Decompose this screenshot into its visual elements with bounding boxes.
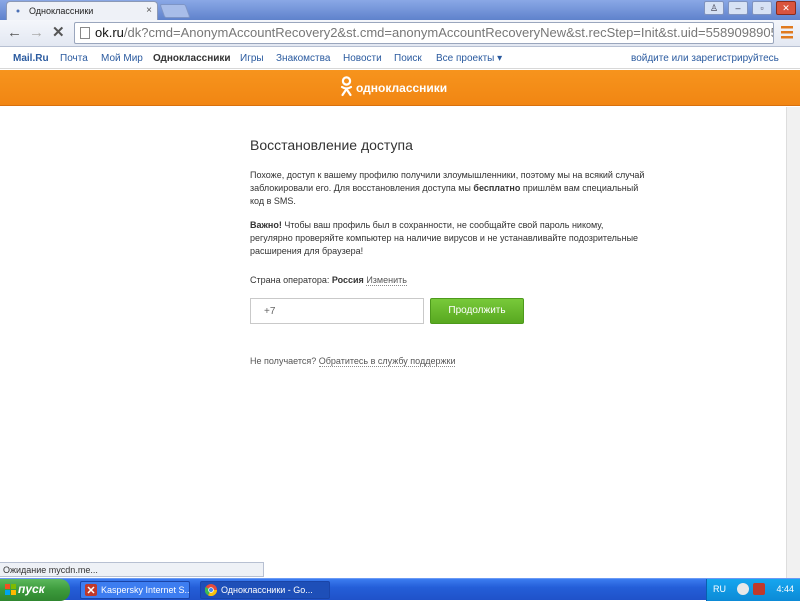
login-register-link[interactable]: войдите или зарегистрируйтесь [631,53,779,64]
tab-title: Одноклассники [29,6,94,16]
close-window-button[interactable]: ✕ [776,1,796,15]
support-line: Не получается? Обратитесь в службу подде… [250,356,456,367]
clock: 4:44 [776,584,794,594]
security-warning: Важно! Чтобы ваш профиль был в сохраннос… [250,219,645,258]
restore-button[interactable]: ▫ [752,1,772,15]
portal-link-myworld[interactable]: Мой Мир [101,53,143,64]
back-button[interactable]: ← [7,25,22,41]
warning-text: Чтобы ваш профиль был в сохранности, не … [250,220,639,256]
status-bubble: Ожидание mycdn.me... [0,562,264,577]
page-scrollbar[interactable] [786,107,800,579]
browser-tab-strip: Одноклассники × ♙ – ▫ ✕ [0,0,800,20]
address-bar[interactable]: ok.ru/dk?cmd=AnonymAccountRecovery2&st.c… [74,22,774,44]
url-path: /dk?cmd=AnonymAccountRecovery2&st.cmd=an… [123,25,774,40]
ok-logo-icon [340,76,353,97]
wrench-menu-icon[interactable] [780,23,794,41]
taskbar-item-label: Kaspersky Internet S... [101,585,190,595]
browser-toolbar: ← → ✕ ok.ru/dk?cmd=AnonymAccountRecovery… [0,20,800,47]
tab-close-icon[interactable]: × [146,5,152,16]
recovery-description: Похоже, доступ к вашему профилю получили… [250,169,645,208]
forward-button[interactable]: → [29,25,44,41]
support-link[interactable]: Обратитесь в службу поддержки [318,356,456,367]
taskbar-item-chrome[interactable]: Одноклассники - Go... [200,581,330,599]
start-button[interactable]: пуск [0,579,70,601]
windows-flag-icon [5,584,16,595]
description-bold: бесплатно [473,183,521,193]
start-label: пуск [18,582,45,596]
country-value: Россия [331,275,364,285]
browser-tab[interactable]: Одноклассники × [6,1,158,20]
system-tray: RU 4:44 [706,579,800,601]
portal-link-all-projects[interactable]: Все проекты ▾ [436,53,502,64]
portal-link-news[interactable]: Новости [343,53,382,64]
kaspersky-icon [85,584,97,596]
stop-button[interactable]: ✕ [52,25,65,41]
portal-link-mail[interactable]: Почта [60,53,88,64]
tray-kaspersky-icon[interactable] [753,583,765,595]
warning-label: Важно! [250,220,282,230]
country-label: Страна оператора: [250,275,332,285]
profile-icon[interactable]: ♙ [704,1,724,15]
minimize-button[interactable]: – [728,1,748,15]
phone-input[interactable]: +7 [250,298,424,324]
continue-button[interactable]: Продолжить [430,298,524,324]
taskbar-item-label: Одноклассники - Go... [221,585,313,595]
url-host: ok.ru [95,25,124,40]
support-text: Не получается? [250,356,319,366]
new-tab-button[interactable] [159,4,191,18]
portal-link-search[interactable]: Поиск [394,53,422,64]
operator-country: Страна оператора: Россия Изменить [250,275,407,286]
page-icon [80,27,90,39]
portal-nav: Mail.Ru Почта Мой Мир Одноклассники Игры… [0,48,800,69]
chrome-icon [205,584,217,596]
site-header: одноклассники [0,70,800,106]
logo-text: одноклассники [356,81,448,95]
page-title: Восстановление доступа [250,137,413,153]
language-indicator[interactable]: RU [713,584,726,594]
page-favicon-icon [16,9,20,13]
change-country-link[interactable]: Изменить [366,275,407,286]
portal-link-dating[interactable]: Знакомства [276,53,330,64]
portal-link-games[interactable]: Игры [240,53,264,64]
taskbar: пуск Kaspersky Internet S... Одноклассни… [0,578,800,601]
portal-link-odnoklassniki[interactable]: Одноклассники [153,53,231,64]
portal-link-mailru[interactable]: Mail.Ru [13,53,49,64]
taskbar-item-kaspersky[interactable]: Kaspersky Internet S... [80,581,190,599]
tray-app-icon[interactable] [737,583,749,595]
